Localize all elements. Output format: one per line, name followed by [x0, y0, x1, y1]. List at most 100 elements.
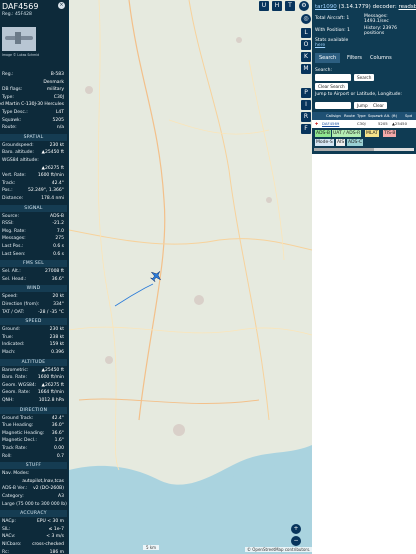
stats-link[interactable]: here	[315, 43, 325, 48]
aircraft-callsign: DAF4569	[2, 2, 39, 11]
details-label: Squawk:	[2, 117, 22, 123]
altitude-row: Baro. Rate: 1600 ft/min	[2, 375, 64, 381]
direction-row: Roll: 0.7	[2, 454, 64, 460]
messages-value: 1493.1/sec	[364, 19, 389, 24]
accuracy-value: cross-checked	[32, 542, 64, 547]
spatial-label: Groundspeed:	[2, 142, 34, 148]
side-button-r[interactable]: R	[301, 112, 311, 122]
col-alt[interactable]: Alt. (ft)	[384, 112, 397, 120]
section-altitude[interactable]: ALTITUDE	[0, 358, 67, 366]
jump-button[interactable]: Jump	[354, 102, 371, 109]
badge-uat: UAT / ADS-R	[332, 130, 362, 137]
details-row: DB flags: military	[2, 87, 64, 93]
col-type[interactable]: Type	[357, 112, 366, 120]
map-button-u[interactable]: U	[259, 1, 269, 11]
aircraft-photo[interactable]	[2, 27, 36, 51]
col-squawk[interactable]: Squawk	[368, 112, 383, 120]
badge-tisb: TIS-B	[383, 130, 397, 137]
row-callsign[interactable]: DAF4569	[322, 120, 339, 128]
center-map-icon[interactable]: ◎	[301, 14, 311, 24]
direction-label: Track Rate:	[2, 446, 28, 451]
accuracy-row: Rc: 186 m	[2, 550, 64, 554]
map-view[interactable]: U H T ⚙ + − 5 km	[69, 0, 312, 554]
altitude-value: ▲26275 ft	[41, 382, 64, 388]
table-scrollbar[interactable]	[314, 148, 414, 151]
direction-row: Track Rate: 0.00	[2, 446, 64, 452]
direction-row: Magnetic Decl.: 1.6°	[2, 438, 64, 444]
side-button-f[interactable]: F	[301, 124, 311, 134]
map-button-t[interactable]: T	[285, 1, 295, 11]
search-button[interactable]: Search	[354, 74, 375, 81]
col-callsign[interactable]: Callsign	[326, 112, 341, 120]
tab-search[interactable]: Search	[315, 53, 341, 63]
map-toolbar: L O K M P I R F ◎	[300, 0, 312, 554]
tab-columns[interactable]: Columns	[366, 53, 396, 63]
altitude-row: Geom. WGS84: ▲26275 ft	[2, 383, 64, 389]
section-accuracy[interactable]: ACCURACY	[0, 510, 67, 518]
clear-search-button[interactable]: Clear Search	[315, 83, 348, 90]
table-row[interactable]: ✚ DAF4569 C30J 5205 ▲25450	[312, 120, 416, 128]
side-button-k[interactable]: K	[301, 52, 311, 62]
signal-row: Source: ADS-B	[2, 214, 64, 220]
total-aircraft: Total Aircraft: 1	[315, 16, 350, 21]
spatial-value: 230 kt	[49, 142, 64, 148]
spatial-label: WGS84 altitude:	[2, 158, 39, 163]
stuff-row: ADS-B Ver.: v2 (DO-260B)	[2, 486, 64, 492]
accuracy-label: NACp:	[2, 519, 16, 525]
fms-row: Sel. Head.: 36.6°	[2, 277, 64, 283]
search-input[interactable]	[315, 74, 351, 81]
side-button-m[interactable]: M	[301, 64, 311, 74]
accuracy-label: NICbaro:	[2, 542, 22, 547]
wind-value: 334°	[53, 302, 64, 307]
accuracy-row: NACp: EPU < 30 m	[2, 519, 64, 525]
spatial-row: ▲26275 ft	[2, 166, 64, 172]
map-button-h[interactable]: H	[272, 1, 282, 11]
spatial-value: 1600 ft/min	[37, 173, 64, 179]
with-position: With Position: 1	[315, 28, 350, 33]
col-route[interactable]: Route	[344, 112, 355, 120]
section-fms[interactable]: FMS SEL	[0, 260, 67, 268]
map-graphic	[69, 0, 312, 554]
details-label: Route:	[2, 125, 17, 131]
clear-button[interactable]: Clear	[370, 102, 387, 109]
search-label: Search:	[315, 68, 332, 73]
section-direction[interactable]: DIRECTION	[0, 406, 67, 414]
side-button-i[interactable]: I	[301, 100, 311, 110]
app-title[interactable]: tar1090 (3.14.1779) decoder: readsb	[315, 4, 416, 10]
section-signal[interactable]: SIGNAL	[0, 204, 67, 212]
details-value: 5205	[52, 117, 64, 123]
row-type: C30J	[357, 121, 366, 126]
speed-value: 230 kt	[49, 327, 64, 333]
speed-row: Ground: 230 kt	[2, 327, 64, 333]
direction-value: 0.7	[56, 453, 64, 459]
close-icon[interactable]: ×	[58, 2, 65, 9]
aircraft-marker-icon[interactable]	[150, 270, 162, 282]
spatial-row: Vert. Rate: 1600 ft/min	[2, 173, 64, 179]
tab-filters[interactable]: Filters	[343, 53, 366, 63]
col-spd[interactable]: Spd	[405, 112, 412, 120]
details-row: Denmark	[2, 80, 64, 86]
signal-row: RSSI: -21.2	[2, 221, 64, 227]
side-button-l[interactable]: L	[301, 28, 311, 38]
stuff-label: Large (75 000 to 300 000 lb)	[2, 501, 67, 507]
stuff-row: Category: A3	[2, 494, 64, 500]
map-scale: 5 km	[143, 545, 160, 550]
signal-row: Last Seen: 0.6 s	[2, 252, 64, 258]
side-button-p[interactable]: P	[301, 88, 311, 98]
spatial-row: WGS84 altitude:	[2, 158, 64, 164]
jump-input[interactable]	[315, 102, 351, 109]
speed-row: Mach: 0.396	[2, 350, 64, 356]
accuracy-value: 186 m	[49, 549, 64, 554]
signal-value: ADS-B	[50, 213, 64, 219]
signal-label: Last Pos.:	[2, 244, 24, 249]
details-row: Squawk: 5205	[2, 118, 64, 124]
side-button-o[interactable]: O	[301, 40, 311, 50]
signal-row: Messages: 275	[2, 236, 64, 242]
section-speed[interactable]: SPEED	[0, 318, 67, 326]
details-row: Reg.: B-583	[2, 72, 64, 78]
section-stuff[interactable]: STUFF	[0, 462, 67, 470]
section-wind[interactable]: WIND	[0, 285, 67, 293]
section-spatial[interactable]: SPATIAL	[0, 133, 67, 141]
accuracy-label: Rc:	[2, 549, 10, 554]
direction-value: 42.4°	[51, 415, 64, 421]
